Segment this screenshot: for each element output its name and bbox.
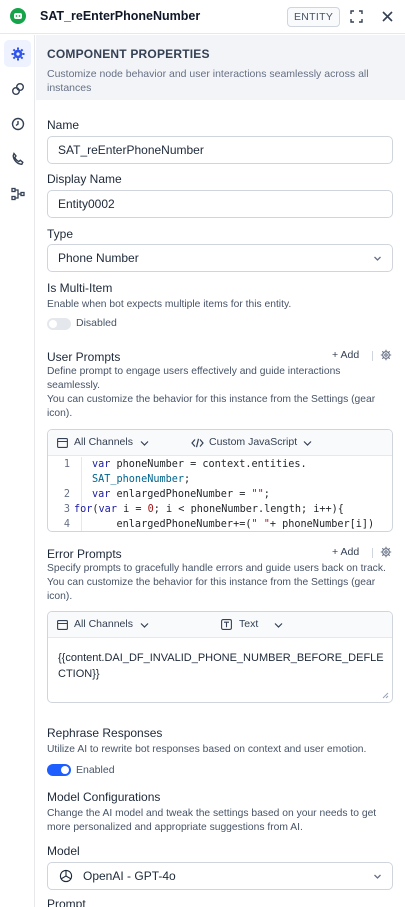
code-line: var enlargedPhoneNumber = ""; xyxy=(92,489,270,500)
bot-logo-icon xyxy=(10,8,26,24)
error-prompts-label: Error Prompts xyxy=(47,547,122,561)
chevron-down-icon xyxy=(374,874,381,879)
rail-flow-icon[interactable] xyxy=(4,180,31,207)
type-label: Type xyxy=(47,227,74,241)
line-number: 2 xyxy=(63,489,70,500)
resize-handle-icon[interactable] xyxy=(382,692,389,699)
error-prompts-description: Specify prompts to gracefully handle err… xyxy=(47,563,386,602)
text-format-icon xyxy=(221,619,232,630)
entity-badge: ENTITY xyxy=(287,7,341,27)
chevron-down-icon xyxy=(140,441,149,446)
error-prompts-settings-gear-icon[interactable] xyxy=(380,546,392,558)
display-name-input[interactable]: Entity0002 xyxy=(47,190,393,218)
line-number: 3 xyxy=(63,504,70,515)
type-select-value: Phone Number xyxy=(58,251,139,265)
user-prompts-add-button[interactable]: + Add xyxy=(332,349,359,361)
chevron-down-icon xyxy=(274,623,283,628)
channel-icon xyxy=(57,438,68,448)
divider xyxy=(372,351,373,361)
multi-item-state: Disabled xyxy=(76,317,117,329)
user-prompt-editor[interactable]: All Channels Custom JavaScript 1 var phon… xyxy=(47,429,393,532)
channel-icon xyxy=(57,620,68,630)
name-input[interactable]: SAT_reEnterPhoneNumber xyxy=(47,136,393,164)
code-icon xyxy=(191,438,204,448)
rephrase-state: Enabled xyxy=(76,764,115,776)
panel-title: SAT_reEnterPhoneNumber xyxy=(40,9,201,23)
rail-history-icon[interactable] xyxy=(4,110,31,137)
expand-icon[interactable] xyxy=(349,9,364,24)
openai-icon xyxy=(59,869,73,883)
multi-item-toggle[interactable] xyxy=(47,318,71,330)
model-label: Model xyxy=(47,844,80,858)
code-line: var phoneNumber = context.entities. xyxy=(92,459,307,470)
code-line: for(var i = 0; i < phoneNumber.length; i… xyxy=(74,504,344,515)
editor-toolbar: All Channels Text xyxy=(48,612,392,638)
component-properties-header: COMPONENT PROPERTIES Customize node beha… xyxy=(36,35,405,100)
section-title: COMPONENT PROPERTIES xyxy=(47,47,210,61)
error-prompt-editor[interactable]: All Channels Text {{content.DAI_DF_INVAL… xyxy=(47,611,393,703)
properties-panel: COMPONENT PROPERTIES Customize node beha… xyxy=(36,35,405,907)
user-prompts-description: Define prompt to engage users effectivel… xyxy=(47,366,341,391)
prompt-label: Prompt xyxy=(47,897,86,907)
side-rail xyxy=(0,35,35,907)
format-select[interactable]: Custom JavaScript xyxy=(209,436,297,448)
model-select-value: OpenAI - GPT-4o xyxy=(83,869,176,883)
rephrase-label: Rephrase Responses xyxy=(47,726,163,740)
divider xyxy=(372,548,373,558)
error-prompt-text[interactable]: {{content.DAI_DF_INVALID_PHONE_NUMBER_BE… xyxy=(58,650,384,682)
model-select[interactable]: OpenAI - GPT-4o xyxy=(47,862,393,890)
multi-item-description: Enable when bot expects multiple items f… xyxy=(47,299,292,310)
chevron-down-icon xyxy=(140,623,149,628)
editor-toolbar: All Channels Custom JavaScript xyxy=(48,430,392,456)
model-config-label: Model Configurations xyxy=(47,790,161,804)
name-label: Name xyxy=(47,118,80,132)
rail-link-icon[interactable] xyxy=(4,75,31,102)
channel-select[interactable]: All Channels xyxy=(74,436,133,448)
chevron-down-icon xyxy=(374,256,381,261)
multi-item-label: Is Multi-Item xyxy=(47,281,113,295)
rephrase-description: Utilize AI to rewrite bot responses base… xyxy=(47,744,367,755)
panel-header: SAT_reEnterPhoneNumber ENTITY xyxy=(0,0,405,34)
line-number: 1 xyxy=(63,459,70,470)
display-name-label: Display Name xyxy=(47,172,122,186)
close-icon[interactable] xyxy=(380,9,395,24)
model-config-description: Change the AI model and tweak the settin… xyxy=(47,808,377,833)
section-description: Customize node behavior and user interac… xyxy=(47,68,369,94)
code-line: SAT_phoneNumber; xyxy=(92,474,191,485)
chevron-down-icon xyxy=(303,441,312,446)
rail-gear-icon[interactable] xyxy=(4,40,31,67)
format-select[interactable]: Text xyxy=(239,618,258,630)
line-number: 4 xyxy=(63,519,70,530)
error-prompts-add-button[interactable]: + Add xyxy=(332,546,359,558)
code-line: enlargedPhoneNumber+=(" "+ phoneNumber[i… xyxy=(92,519,375,530)
user-prompts-settings-gear-icon[interactable] xyxy=(380,349,392,361)
rail-phone-icon[interactable] xyxy=(4,145,31,172)
channel-select[interactable]: All Channels xyxy=(74,618,133,630)
rephrase-toggle[interactable] xyxy=(47,764,71,776)
type-select[interactable]: Phone Number xyxy=(47,244,393,272)
user-prompts-settings-note: You can customize the behavior for this … xyxy=(47,394,376,419)
user-prompts-label: User Prompts xyxy=(47,350,121,364)
